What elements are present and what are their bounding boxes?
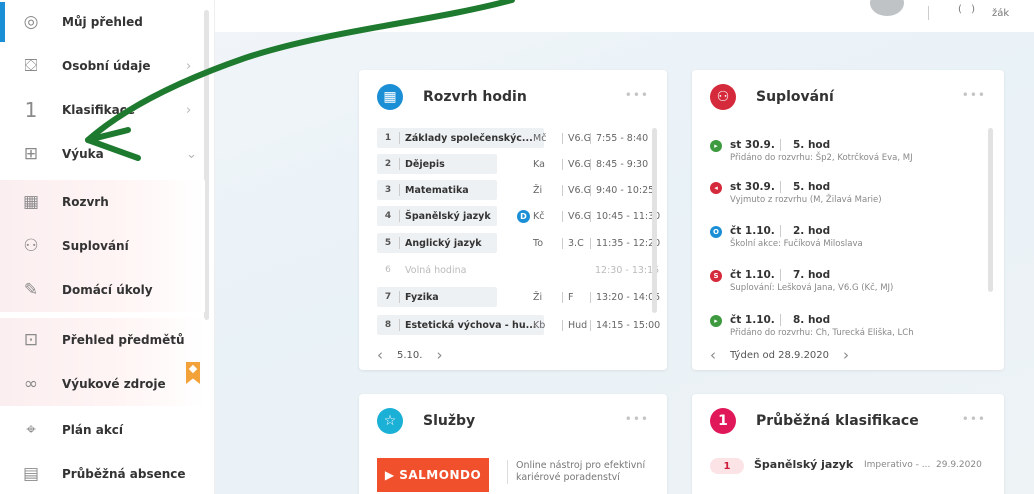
topbar-divider: [928, 6, 929, 20]
timetable-row[interactable]: 3 Matematika Ži V6.G 9:40 - 10:25: [377, 180, 654, 200]
week-label: Týden od 28.9.2020: [730, 349, 830, 361]
event-icon: O: [710, 226, 722, 238]
timetable-card: ▦ Rozvrh hodin ••• 1 Základy společenský…: [359, 70, 667, 370]
timetable-row[interactable]: 2 Dějepis Ka V6.G 8:45 - 9:30: [377, 154, 649, 174]
person-card-icon: ⛋: [24, 56, 38, 76]
more-icon[interactable]: •••: [962, 412, 986, 426]
grade-icon: 1: [710, 408, 736, 434]
sidebar-item-muj-prehled[interactable]: ◎ Můj přehled: [0, 0, 205, 44]
sidebar-item-label: Můj přehled: [62, 15, 143, 29]
sidebar-item-prubezna-absence[interactable]: ▤ Průběžná absence: [0, 452, 205, 494]
sidebar-item-label: Rozvrh: [62, 195, 109, 209]
timetable-row[interactable]: 4 Španělský jazyk D Kč V6.G 10:45 - 11:3…: [377, 206, 660, 226]
substitution-icon: ⚇: [23, 236, 39, 256]
substitutions-footer: ‹ Týden od 28.9.2020 ›: [710, 346, 849, 364]
chevron-down-icon: ⌄: [186, 146, 197, 162]
added-icon: ▸: [710, 140, 722, 152]
grade-description: Imperativo - ...: [864, 460, 931, 470]
sidebar-item-label: Výuka: [62, 147, 104, 161]
substitution-icon: ⚇: [710, 84, 736, 110]
sidebar-item-vyuka[interactable]: ⊞ Výuka ⌄: [0, 132, 205, 176]
timetable-footer: ‹ 5.10. ›: [377, 346, 442, 364]
sidebar-item-rozvrh[interactable]: ▦ Rozvrh: [0, 180, 205, 224]
card-title: Suplování: [756, 89, 834, 105]
card-title: Rozvrh hodin: [423, 89, 527, 105]
grade-date: 29.9.2020: [936, 460, 982, 470]
card-title: Služby: [423, 413, 476, 429]
sidebar-item-label: Průběžná absence: [62, 467, 186, 481]
star-icon: ☆: [377, 408, 403, 434]
grade-one-icon: 1: [24, 98, 38, 122]
link-icon: ∞: [23, 374, 39, 394]
user-role[interactable]: žák: [992, 8, 1009, 19]
sidebar-item-prehled-predmetu[interactable]: ⊡ Přehled předmětů: [0, 318, 205, 362]
grades-card: 1 Průběžná klasifikace ••• 1 Španělský j…: [692, 394, 1004, 494]
chevron-right-icon: ›: [186, 102, 192, 118]
map-pin-icon: ⌖: [26, 420, 36, 440]
sidebar-item-label: Domácí úkoly: [62, 283, 153, 297]
sidebar-item-label: Plán akcí: [62, 423, 124, 437]
event-badge[interactable]: D: [517, 209, 530, 223]
sidebar-item-osobni-udaje[interactable]: ⛋ Osobní údaje ›: [0, 44, 205, 88]
absence-icon: ▤: [22, 464, 40, 484]
timetable-date: 5.10.: [397, 349, 423, 361]
added-icon: ▸: [710, 315, 722, 327]
homework-icon: ✎: [23, 280, 39, 300]
user-icon[interactable]: ( ): [958, 4, 978, 15]
timetable-row[interactable]: 5 Anglický jazyk To 3.C 11:35 - 12:20: [377, 233, 660, 253]
timetable-scrollbar[interactable]: [652, 128, 657, 313]
sidebar-item-label: Přehled předmětů: [62, 333, 185, 347]
substitutions-card: ⚇ Suplování ••• ▸ st 30.9. 5. hod Přidán…: [692, 70, 1004, 370]
more-icon[interactable]: •••: [625, 88, 649, 102]
sidebar-item-label: Suplování: [62, 239, 129, 253]
sidebar-item-label: Klasifikace: [62, 103, 135, 117]
sidebar-item-vyukove-zdroje[interactable]: ∞ Výukové zdroje: [0, 362, 205, 406]
sidebar-item-klasifikace[interactable]: 1 Klasifikace ›: [0, 88, 205, 132]
services-card: ☆ Služby ••• ▶ SALMONDO Online nástroj p…: [359, 394, 667, 494]
sidebar-item-label: Osobní údaje: [62, 59, 151, 73]
more-icon[interactable]: •••: [625, 412, 649, 426]
sidebar-item-plan-akci[interactable]: ⌖ Plán akcí: [0, 408, 205, 452]
topbar: ( ) žák: [215, 0, 1034, 32]
timetable-row[interactable]: 1 Základy společenskýc... Mč V6.G 7:55 -…: [377, 128, 649, 148]
removed-icon: ◂: [710, 182, 722, 194]
grade-badge[interactable]: 1: [710, 458, 744, 474]
timetable-row[interactable]: 6 Volná hodina 12:30 - 13:15: [377, 260, 659, 280]
sidebar-item-domaci-ukoly[interactable]: ✎ Domácí úkoly: [0, 268, 205, 312]
service-description: Online nástroj pro efektivní kariérové p…: [507, 460, 645, 484]
timetable-row[interactable]: 7 Fyzika Ži F 13:20 - 14:05: [377, 287, 660, 307]
chevron-left-icon[interactable]: ‹: [377, 346, 383, 364]
salmondo-logo[interactable]: ▶ SALMONDO: [377, 458, 489, 492]
teaching-icon: ⊞: [23, 144, 39, 164]
chevron-right-icon[interactable]: ›: [843, 346, 849, 364]
grade-subject: Španělský jazyk: [754, 458, 854, 471]
dashboard-icon: ◎: [23, 12, 39, 32]
chevron-right-icon[interactable]: ›: [436, 346, 442, 364]
sidebar-item-label: Výukové zdroje: [62, 377, 166, 391]
avatar[interactable]: [870, 0, 904, 16]
main-area: ( ) žák ▦ Rozvrh hodin ••• 1 Základy spo…: [215, 0, 1034, 494]
chevron-left-icon[interactable]: ‹: [710, 346, 716, 364]
chevron-right-icon: ›: [186, 58, 192, 74]
substitutions-scrollbar[interactable]: [988, 128, 993, 292]
timetable-row[interactable]: 8 Estetická výchova - hu... Kb Hud 14:15…: [377, 315, 660, 335]
sidebar: ◎ Můj přehled ⛋ Osobní údaje › 1 Klasifi…: [0, 0, 215, 494]
substitute-icon: S: [710, 270, 722, 282]
timetable-icon: ▦: [377, 84, 403, 110]
subjects-icon: ⊡: [23, 330, 39, 350]
more-icon[interactable]: •••: [962, 88, 986, 102]
card-title: Průběžná klasifikace: [756, 413, 919, 429]
timetable-icon: ▦: [22, 192, 40, 212]
sidebar-item-suplovani[interactable]: ⚇ Suplování: [0, 224, 205, 268]
